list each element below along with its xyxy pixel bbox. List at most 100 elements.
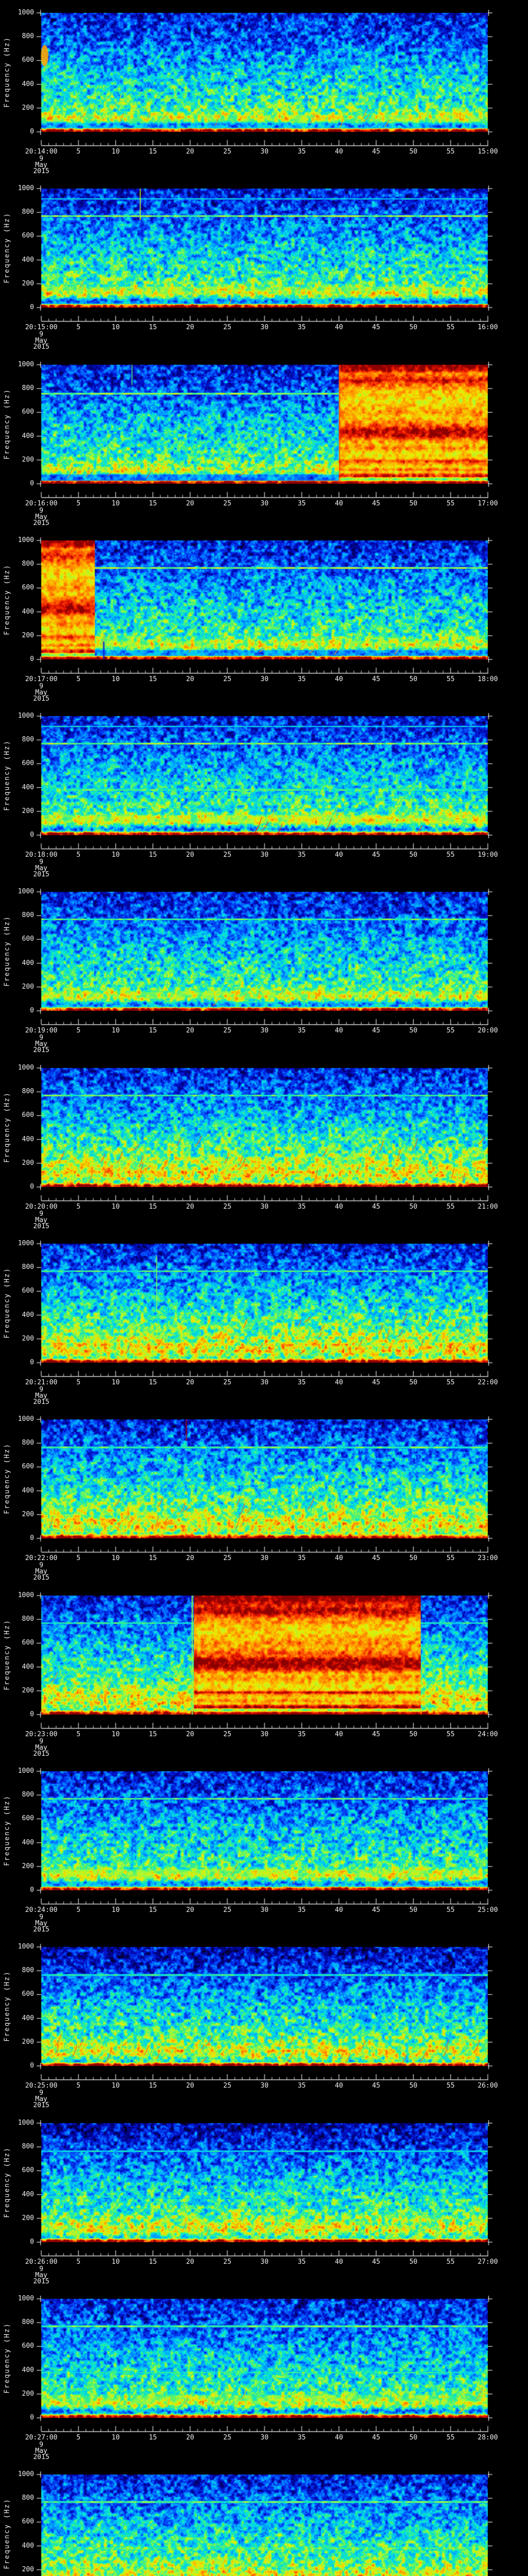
- x-tick-label: 40: [335, 1731, 343, 1738]
- x-start-time-label: 20:23:00: [25, 1731, 58, 1738]
- x-tick-label: 10: [111, 148, 120, 156]
- x-tick-label: 10: [111, 2258, 120, 2266]
- x-tick-label: 25: [223, 1906, 232, 1914]
- y-tick-label: 200: [22, 1686, 34, 1694]
- x-tick-label: 25: [223, 1379, 232, 1386]
- y-tick-label: 1000: [18, 536, 34, 544]
- x-tick-label: 40: [335, 851, 343, 859]
- y-tick-label: 1000: [18, 2295, 34, 2302]
- spectrogram-panel: Frequency (Hz) 1000 800 600 400 200 0 20:18:00 5…: [0, 703, 528, 879]
- x-tick-label: 5: [76, 2434, 81, 2442]
- x-tick-label: 25: [223, 148, 232, 156]
- x-tick-label: 45: [372, 1906, 381, 1914]
- y-tick-label: 800: [22, 560, 34, 568]
- x-start-time-label: 20:15:00: [25, 324, 58, 331]
- x-tick-label: 35: [298, 851, 306, 859]
- y-tick-label: 600: [22, 1815, 34, 1823]
- y-tick-label: 400: [22, 1486, 34, 1495]
- x-tick-label: 25: [223, 1731, 232, 1738]
- x-tick-label: 35: [298, 675, 306, 683]
- y-tick-label: 800: [22, 911, 34, 920]
- y-tick-label: 800: [22, 2494, 34, 2502]
- x-tick-label: 50: [409, 2258, 418, 2266]
- y-axis-title: Frequency (Hz): [3, 1267, 11, 1338]
- x-tick-label: 10: [111, 2082, 120, 2090]
- y-tick-label: 0: [30, 831, 34, 839]
- date-year: 2015: [33, 2102, 50, 2109]
- y-tick-label: 200: [22, 2565, 34, 2573]
- x-tick-label: 35: [298, 2434, 306, 2442]
- x-start-time-label: 20:16:00: [25, 500, 58, 507]
- x-tick-label: 5: [76, 675, 81, 683]
- x-tick-label: 30: [260, 2434, 269, 2442]
- x-tick-label: 55: [447, 1906, 455, 1914]
- x-tick-label: 25: [223, 2082, 232, 2090]
- y-axis-title: Frequency (Hz): [3, 212, 11, 283]
- y-tick-label: 600: [22, 935, 34, 943]
- spectrogram-panel: Frequency (Hz) 1000 800 600 400 200 0 20:14:00 5…: [0, 0, 528, 176]
- x-tick-label: 40: [335, 2258, 343, 2266]
- y-tick-label: 0: [30, 1710, 34, 1718]
- spectrogram-panel: Frequency (Hz) 1000 800 600 400 200 0 20:27:00 5…: [0, 2286, 528, 2462]
- y-tick-label: 400: [22, 1311, 34, 1319]
- spectrogram-panel: Frequency (Hz)1000800600400200020:28:005…: [0, 2462, 528, 2576]
- y-tick-label: 200: [22, 1862, 34, 1870]
- y-tick-label: 1000: [18, 1767, 34, 1775]
- y-tick-label: 800: [22, 2318, 34, 2327]
- x-tick-label: 30: [260, 2258, 269, 2266]
- x-tick-label: 25: [223, 1203, 232, 1211]
- x-tick-label: 40: [335, 675, 343, 683]
- x-end-time-label: 28:00: [477, 2434, 498, 2442]
- spectrogram-plot-canvas: [0, 2462, 528, 2576]
- x-end-time-label: 23:00: [477, 1554, 498, 1562]
- x-tick-label: 25: [223, 1554, 232, 1562]
- x-tick-label: 35: [298, 324, 306, 331]
- x-tick-label: 55: [447, 1379, 455, 1386]
- spectrogram-panel: Frequency (Hz) 1000 800 600 400 200 0 20:19:00 5…: [0, 879, 528, 1055]
- x-tick-label: 55: [447, 148, 455, 156]
- y-tick-label: 600: [22, 2166, 34, 2175]
- x-tick-label: 5: [76, 851, 81, 859]
- x-end-time-label: 17:00: [477, 500, 498, 507]
- x-tick-label: 25: [223, 851, 232, 859]
- x-tick-label: 10: [111, 2434, 120, 2442]
- y-tick-label: 400: [22, 959, 34, 967]
- y-tick-label: 400: [22, 256, 34, 264]
- y-tick-label: 800: [22, 1088, 34, 1096]
- y-tick-label: 0: [30, 480, 34, 487]
- x-tick-label: 20: [186, 2434, 194, 2442]
- x-tick-label: 5: [76, 2258, 81, 2266]
- x-tick-label: 10: [111, 675, 120, 683]
- y-tick-label: 800: [22, 736, 34, 744]
- x-tick-label: 50: [409, 1906, 418, 1914]
- y-tick-label: 200: [22, 1510, 34, 1518]
- x-tick-label: 55: [447, 851, 455, 859]
- spectrogram-panel: Frequency (Hz) 1000 800 600 400 200 0 20:15:00 5…: [0, 176, 528, 352]
- x-tick-label: 15: [148, 675, 157, 683]
- x-tick-label: 40: [335, 148, 343, 156]
- spectrogram-panel: Frequency (Hz) 1000 800 600 400 200 0 20:26:00 5…: [0, 2110, 528, 2286]
- x-tick-label: 15: [148, 2258, 157, 2266]
- x-tick-label: 50: [409, 500, 418, 507]
- y-tick-label: 600: [22, 2518, 34, 2526]
- x-tick-label: 25: [223, 500, 232, 507]
- x-tick-label: 50: [409, 1379, 418, 1386]
- y-tick-label: 1000: [18, 184, 34, 192]
- x-start-time-label: 20:24:00: [25, 1906, 58, 1914]
- x-tick-label: 30: [260, 1906, 269, 1914]
- x-tick-label: 45: [372, 1731, 381, 1738]
- y-tick-label: 200: [22, 1334, 34, 1343]
- y-tick-label: 0: [30, 1183, 34, 1191]
- y-tick-label: 400: [22, 2190, 34, 2198]
- x-tick-label: 55: [447, 2258, 455, 2266]
- x-tick-label: 45: [372, 2258, 381, 2266]
- x-tick-label: 10: [111, 851, 120, 859]
- x-tick-label: 15: [148, 2434, 157, 2442]
- x-tick-label: 50: [409, 2082, 418, 2090]
- x-tick-label: 55: [447, 1203, 455, 1211]
- y-tick-label: 200: [22, 1159, 34, 1167]
- y-tick-label: 0: [30, 2062, 34, 2070]
- x-tick-label: 10: [111, 324, 120, 331]
- x-tick-label: 5: [76, 1379, 81, 1386]
- x-start-time-label: 20:21:00: [25, 1379, 58, 1386]
